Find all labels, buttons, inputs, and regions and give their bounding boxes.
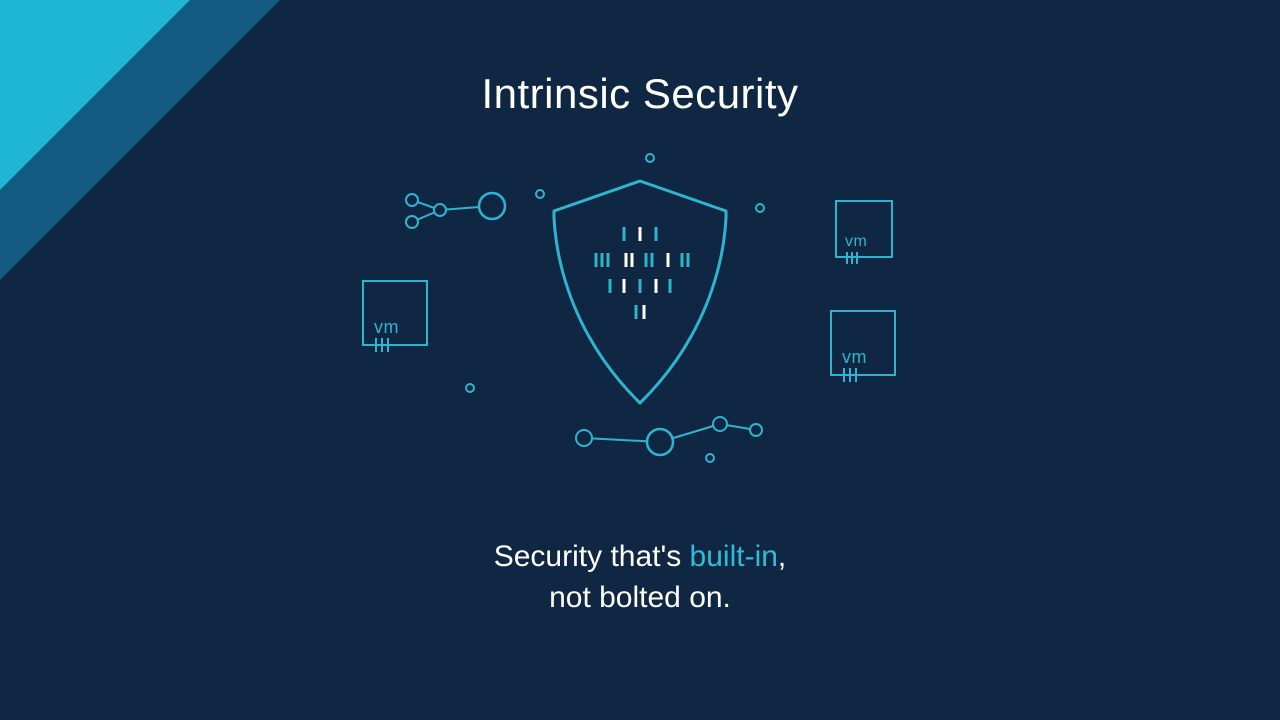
tagline-highlight: built-in [690, 540, 778, 573]
vm-label: vm [845, 233, 867, 251]
illustration-canvas: vm vm vm [340, 150, 940, 480]
tagline: Security that's built-in, not bolted on. [0, 537, 1280, 618]
vm-label: vm [842, 347, 867, 368]
tagline-prefix: Security that's [494, 540, 690, 573]
vm-ticks-icon [842, 368, 868, 382]
vm-label: vm [374, 317, 399, 338]
vm-box-right: vm [830, 310, 896, 376]
page-title: Intrinsic Security [0, 70, 1280, 118]
network-nodes-top-icon [400, 180, 520, 240]
vm-box-left: vm [362, 280, 428, 346]
tagline-suffix-1: , [778, 540, 786, 573]
vm-ticks-icon [845, 252, 867, 264]
network-nodes-bottom-icon [570, 408, 770, 468]
vm-box-top-right: vm [835, 200, 893, 258]
tagline-line-2: not bolted on. [549, 581, 731, 614]
vm-ticks-icon [374, 338, 400, 352]
